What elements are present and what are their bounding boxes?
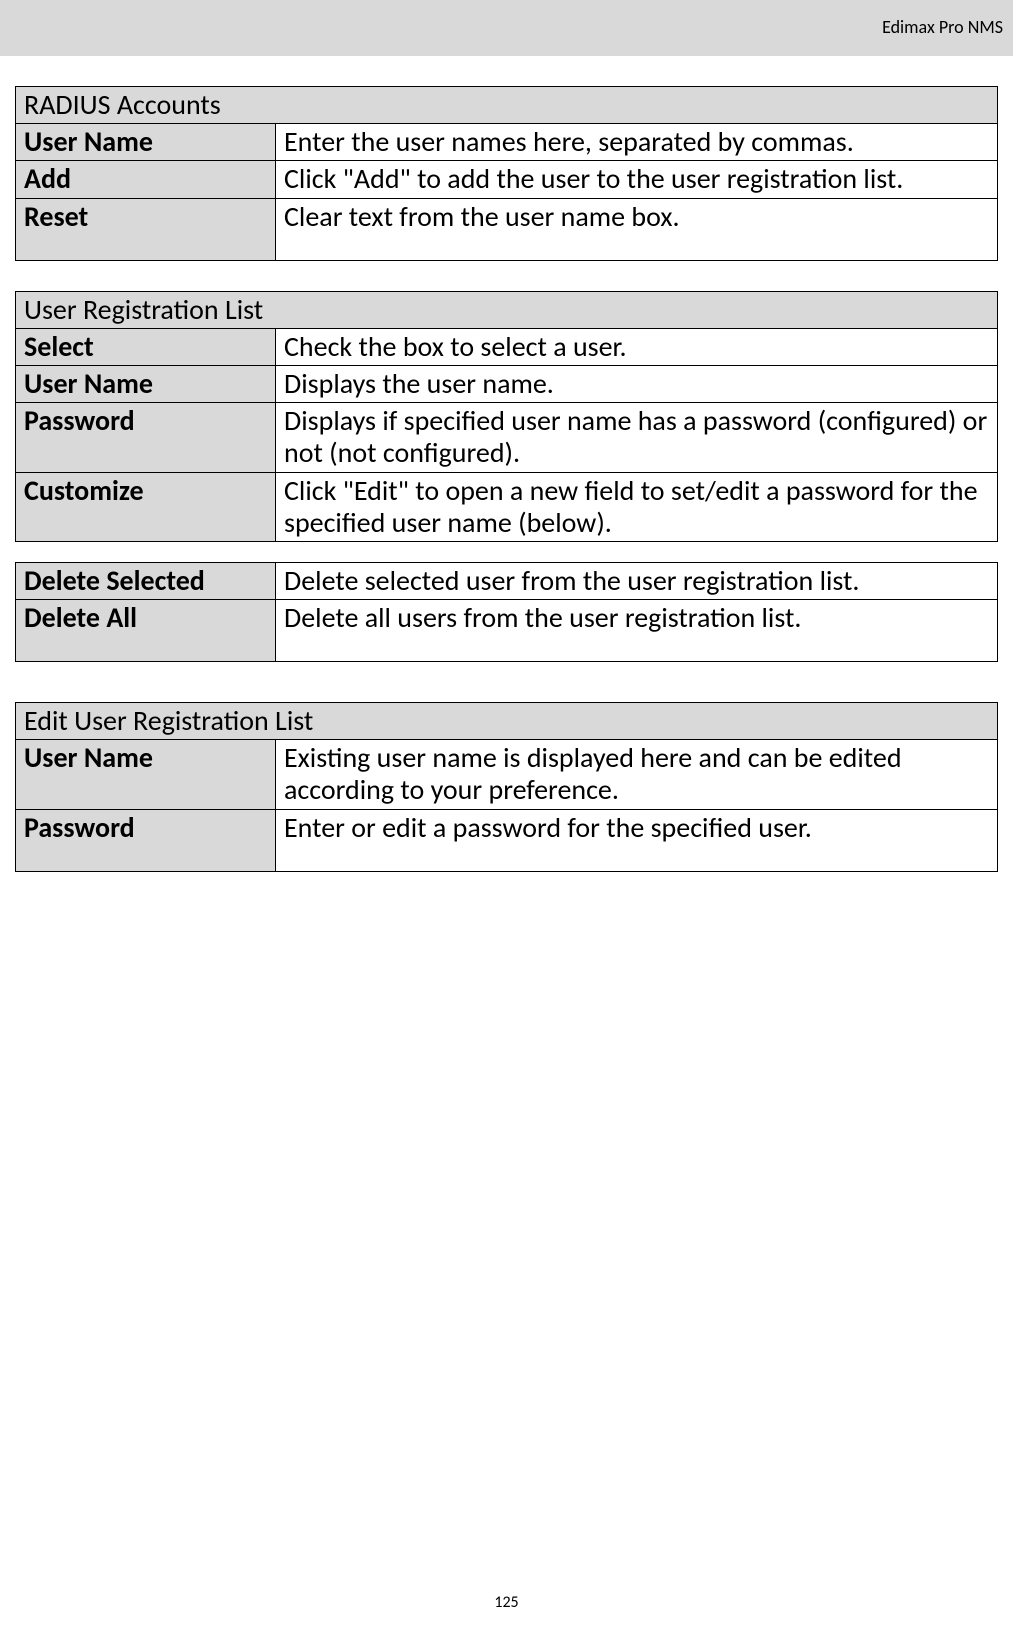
page-number: 125 xyxy=(494,1593,518,1612)
row-desc: Click "Edit" to open a new field to set/… xyxy=(276,472,998,541)
table-row: Customize Click "Edit" to open a new fie… xyxy=(16,472,998,541)
table-row: User Name Displays the user name. xyxy=(16,365,998,402)
table-title-row: RADIUS Accounts xyxy=(16,87,998,124)
table-title: User Registration List xyxy=(16,291,998,328)
header-band: Edimax Pro NMS xyxy=(0,0,1013,56)
row-label: Delete Selected xyxy=(16,562,276,599)
row-label: Select xyxy=(16,328,276,365)
header-title: Edimax Pro NMS xyxy=(882,16,1003,38)
table-row: Add Click "Add" to add the user to the u… xyxy=(16,161,998,198)
row-desc: Clear text from the user name box. xyxy=(276,198,998,260)
row-desc: Check the box to select a user. xyxy=(276,328,998,365)
row-label: User Name xyxy=(16,740,276,809)
table-title-row: Edit User Registration List xyxy=(16,703,998,740)
table-row: User Name Enter the user names here, sep… xyxy=(16,124,998,161)
row-label: Customize xyxy=(16,472,276,541)
user-registration-list-table: User Registration List Select Check the … xyxy=(15,291,998,542)
row-desc: Delete selected user from the user regis… xyxy=(276,562,998,599)
page-content: RADIUS Accounts User Name Enter the user… xyxy=(0,56,1013,872)
row-desc: Enter or edit a password for the specifi… xyxy=(276,809,998,871)
row-label: Delete All xyxy=(16,600,276,662)
table-row: Delete Selected Delete selected user fro… xyxy=(16,562,998,599)
row-label: Password xyxy=(16,403,276,472)
table-title: RADIUS Accounts xyxy=(16,87,998,124)
row-label: User Name xyxy=(16,365,276,402)
row-desc: Displays if specified user name has a pa… xyxy=(276,403,998,472)
delete-actions-table: Delete Selected Delete selected user fro… xyxy=(15,562,998,662)
row-label: User Name xyxy=(16,124,276,161)
table-title: Edit User Registration List xyxy=(16,703,998,740)
table-row: Select Check the box to select a user. xyxy=(16,328,998,365)
row-desc: Delete all users from the user registrat… xyxy=(276,600,998,662)
row-desc: Existing user name is displayed here and… xyxy=(276,740,998,809)
table-row: Delete All Delete all users from the use… xyxy=(16,600,998,662)
row-label: Password xyxy=(16,809,276,871)
row-desc: Displays the user name. xyxy=(276,365,998,402)
table-row: Password Enter or edit a password for th… xyxy=(16,809,998,871)
table-row: User Name Existing user name is displaye… xyxy=(16,740,998,809)
radius-accounts-table: RADIUS Accounts User Name Enter the user… xyxy=(15,86,998,261)
row-desc: Enter the user names here, separated by … xyxy=(276,124,998,161)
table-row: Reset Clear text from the user name box. xyxy=(16,198,998,260)
edit-user-registration-list-table: Edit User Registration List User Name Ex… xyxy=(15,702,998,872)
row-label: Add xyxy=(16,161,276,198)
row-label: Reset xyxy=(16,198,276,260)
row-desc: Click "Add" to add the user to the user … xyxy=(276,161,998,198)
table-title-row: User Registration List xyxy=(16,291,998,328)
table-row: Password Displays if specified user name… xyxy=(16,403,998,472)
